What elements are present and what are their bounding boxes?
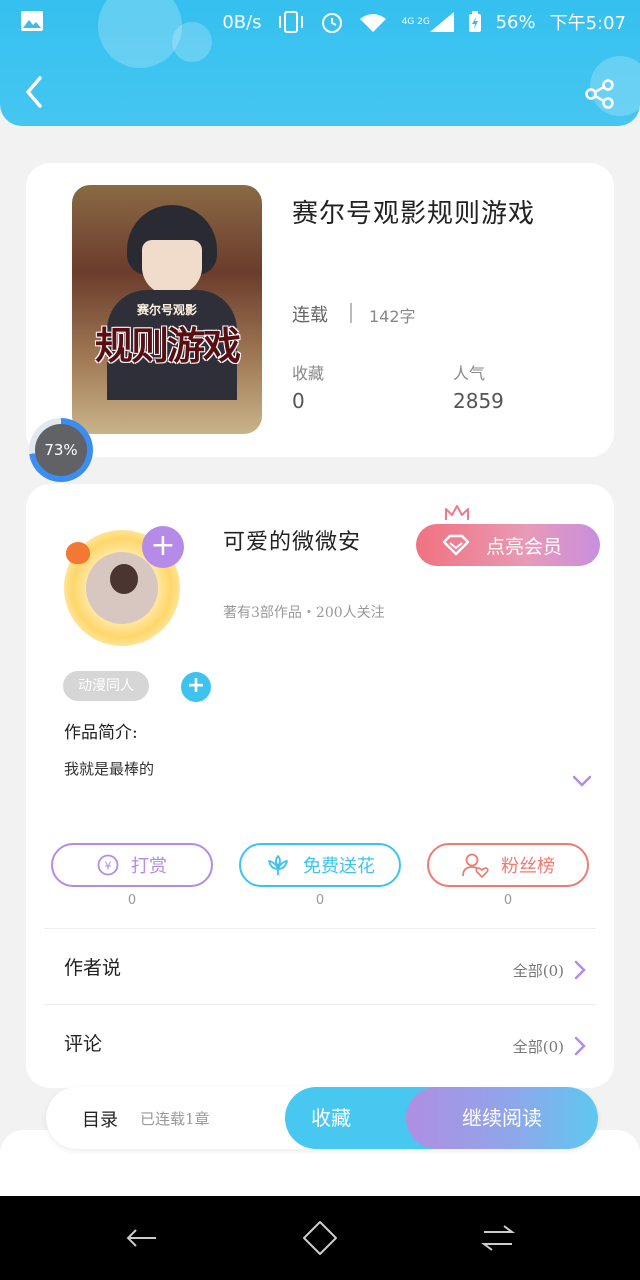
author-name[interactable]: 可爱的微微安: [223, 524, 361, 556]
net-speed: 0B/s: [222, 11, 262, 33]
popularity-value: 2859: [453, 389, 504, 413]
book-title: 赛尔号观影规则游戏: [292, 199, 536, 229]
vip-button-label: 点亮会员: [486, 535, 563, 558]
popularity-label: 人气: [453, 364, 486, 383]
author-avatar[interactable]: [40, 520, 210, 646]
favorites-label: 收藏: [292, 364, 325, 383]
chevron-down-icon[interactable]: [571, 774, 593, 788]
favorites-value: 0: [292, 389, 305, 413]
comments-title: 评论: [64, 1033, 103, 1055]
book-status: 连载: [292, 305, 328, 326]
yen-coin-icon: ¥: [97, 854, 119, 876]
system-recents-icon[interactable]: [480, 1220, 516, 1256]
cover-title: 规则游戏: [94, 323, 241, 368]
genre-tag[interactable]: 动漫同人: [63, 671, 149, 701]
system-back-icon[interactable]: [124, 1220, 160, 1256]
send-flower-button[interactable]: 免费送花: [239, 843, 401, 887]
book-cover[interactable]: 赛尔号观影 规则游戏: [72, 185, 262, 434]
toc-button[interactable]: 目录: [82, 1106, 118, 1132]
crown-icon: [445, 505, 469, 520]
back-arrow-icon[interactable]: [22, 74, 48, 110]
comments-all[interactable]: 全部(0): [513, 1036, 564, 1057]
chapter-status: 已连载1章: [140, 1110, 210, 1128]
book-info-card: 赛尔号观影 规则游戏 赛尔号观影规则游戏 连载 142字 收藏 0 人气 285…: [26, 163, 614, 457]
status-indicators: 0B/s 4G 2G 56% 下午5:07: [222, 9, 626, 35]
divider: [350, 303, 352, 323]
flower-count: 0: [315, 893, 325, 908]
fan-ranking-button[interactable]: 粉丝榜: [427, 843, 589, 887]
diamond-icon: [442, 534, 470, 556]
alarm-icon: [321, 13, 342, 33]
chevron-right-icon[interactable]: [574, 960, 586, 980]
continue-reading-button[interactable]: 继续阅读: [406, 1087, 598, 1149]
tip-count: 0: [127, 893, 137, 908]
fan-ranking-label: 粉丝榜: [501, 856, 555, 877]
header-bar: 0B/s 4G 2G 56% 下午5:07: [0, 0, 640, 126]
author-meta: 著有3部作品・200人关注: [223, 605, 385, 621]
battery-icon: [468, 11, 481, 32]
fans-rank-icon: [462, 853, 489, 878]
tip-button[interactable]: ¥ 打赏: [51, 843, 213, 887]
status-bar: 0B/s 4G 2G 56% 下午5:07: [0, 0, 640, 44]
tip-label: 打赏: [131, 856, 167, 877]
send-flower-label: 免费送花: [303, 856, 375, 877]
svg-text:¥: ¥: [105, 860, 112, 873]
author-says-all[interactable]: 全部(0): [513, 960, 564, 981]
gallery-icon: [21, 11, 43, 31]
author-card: + 可爱的微微安 著有3部作品・200人关注 点亮会员 动漫同人 + 作品简介:…: [26, 484, 614, 1088]
intro-text: 我就是最棒的: [64, 760, 155, 778]
vip-member-button[interactable]: 点亮会员: [416, 524, 600, 566]
system-home-icon[interactable]: [302, 1220, 338, 1256]
intro-label: 作品简介:: [64, 723, 138, 743]
chevron-right-icon[interactable]: [574, 1036, 586, 1056]
heart-badge-icon: [66, 542, 90, 564]
battery-level: 56%: [495, 11, 536, 33]
share-icon[interactable]: [584, 78, 616, 110]
cover-art: [142, 240, 202, 295]
add-tag-button[interactable]: +: [181, 672, 211, 702]
reading-progress-label: 73%: [35, 424, 87, 476]
signal-icon: [429, 12, 454, 32]
divider: [44, 928, 596, 929]
author-says-title: 作者说: [64, 957, 122, 979]
fan-ranking-count: 0: [503, 893, 513, 908]
follow-plus-button[interactable]: +: [142, 526, 184, 568]
vibrate-icon: [278, 11, 303, 33]
flower-icon: [268, 855, 288, 875]
network-type: 4G 2G: [401, 17, 430, 27]
bottom-action-bar: 目录 已连载1章 收藏 继续阅读: [46, 1087, 598, 1149]
divider: [44, 1004, 596, 1005]
wifi-icon: [359, 14, 386, 32]
clock: 下午5:07: [549, 13, 626, 34]
word-count: 142字: [369, 307, 416, 326]
reading-progress-ring: 73%: [29, 418, 93, 482]
avatar: [86, 552, 158, 624]
system-navigation-bar: [0, 1196, 640, 1280]
